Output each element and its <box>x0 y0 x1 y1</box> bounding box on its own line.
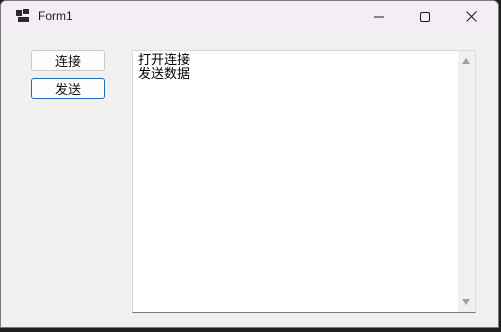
minimize-button[interactable] <box>356 1 402 32</box>
scroll-up-arrow-icon[interactable] <box>462 58 470 64</box>
minimize-icon <box>374 16 384 17</box>
output-textbox[interactable]: 打开连接 发送数据 <box>132 50 476 313</box>
vertical-scrollbar[interactable] <box>458 51 475 312</box>
title-bar[interactable]: Form1 <box>1 1 498 32</box>
maximize-button[interactable] <box>402 1 448 32</box>
close-icon <box>465 11 477 22</box>
app-window: Form1 连接 发送 打开连接 发送数据 <box>0 0 499 328</box>
connect-button[interactable]: 连接 <box>31 50 105 71</box>
maximize-icon <box>420 11 430 22</box>
window-title: Form1 <box>38 9 73 23</box>
textbox-line: 打开连接 <box>138 53 191 68</box>
form-icon <box>16 9 29 22</box>
textbox-content: 打开连接 发送数据 <box>138 54 190 82</box>
textbox-line: 发送数据 <box>138 67 191 82</box>
scroll-down-arrow-icon[interactable] <box>462 299 470 305</box>
close-button[interactable] <box>448 1 494 32</box>
send-button[interactable]: 发送 <box>31 78 105 99</box>
